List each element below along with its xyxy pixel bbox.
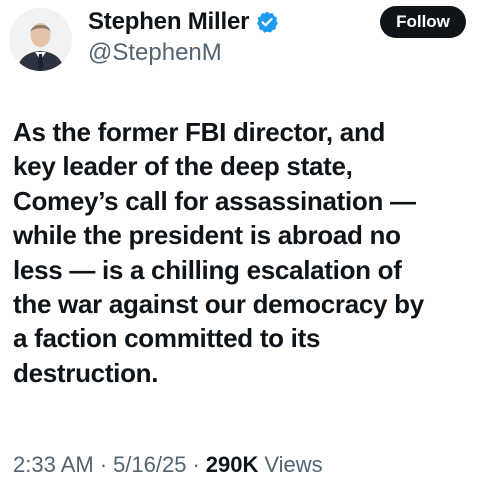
tweet-text-line: Comey’s call for assassination — [13, 185, 416, 216]
tweet-text-line: key leader of the deep state, [13, 151, 353, 182]
tweet-text-line: As the former FBI director, and [13, 117, 386, 147]
avatar-image [9, 8, 72, 71]
tweet-meta: 2:33 AM · 5/16/25 · 290K Views [13, 452, 323, 478]
tweet-time[interactable]: 2:33 AM [13, 452, 94, 478]
author-name-row: Stephen Miller [88, 7, 279, 37]
tweet-text-line: the war against our democracy by [13, 289, 424, 320]
tweet-text-line: a faction committed to its [13, 323, 321, 354]
tweet-text-line: destruction. [13, 357, 159, 388]
avatar[interactable] [9, 8, 72, 71]
meta-separator: · [99, 452, 108, 477]
meta-separator: · [192, 452, 200, 477]
tweet-text-line: while the president is abroad no [13, 220, 401, 251]
tweet-date[interactable]: 5/16/25 [113, 452, 186, 478]
tweet-text: As the former FBI director, and key lead… [13, 115, 481, 390]
tweet-text-line: less — is a chilling escalation of [13, 254, 402, 285]
views-label: Views [264, 452, 323, 477]
follow-button[interactable]: Follow [380, 6, 466, 38]
verified-badge-icon [255, 10, 279, 34]
views-count[interactable]: 290K [206, 452, 259, 478]
tweet-header: Stephen Miller @StephenM Follow [0, 0, 488, 80]
author-handle[interactable]: @StephenM [88, 39, 222, 67]
author-display-name[interactable]: Stephen Miller [88, 8, 249, 36]
